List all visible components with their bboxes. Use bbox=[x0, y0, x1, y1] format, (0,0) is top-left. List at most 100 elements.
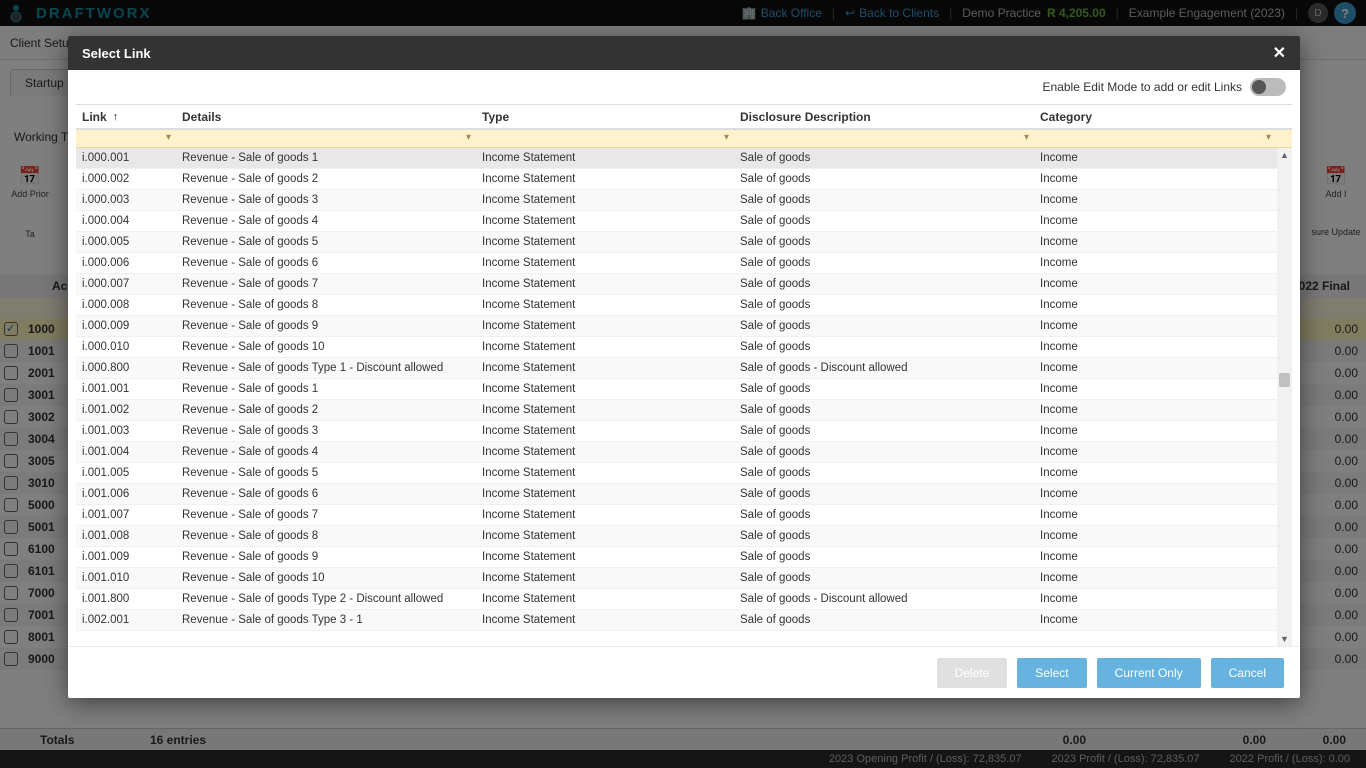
cell-details: Revenue - Sale of goods 7 bbox=[176, 509, 476, 521]
cancel-button[interactable]: Cancel bbox=[1211, 658, 1284, 688]
cell-disclosure: Sale of goods bbox=[734, 257, 1034, 269]
cell-disclosure: Sale of goods - Discount allowed bbox=[734, 362, 1034, 374]
cell-disclosure: Sale of goods bbox=[734, 320, 1034, 332]
cell-link: i.000.001 bbox=[76, 152, 176, 164]
scroll-up-icon[interactable]: ▲ bbox=[1277, 148, 1292, 162]
cell-disclosure: Sale of goods bbox=[734, 173, 1034, 185]
edit-mode-toggle[interactable] bbox=[1250, 78, 1286, 96]
cell-category: Income bbox=[1034, 215, 1292, 227]
cell-type: Income Statement bbox=[476, 551, 734, 563]
filter-details[interactable]: ▾ bbox=[176, 130, 476, 147]
cell-type: Income Statement bbox=[476, 257, 734, 269]
table-row[interactable]: i.001.001Revenue - Sale of goods 1Income… bbox=[76, 379, 1292, 400]
cell-details: Revenue - Sale of goods 9 bbox=[176, 551, 476, 563]
table-row[interactable]: i.000.001Revenue - Sale of goods 1Income… bbox=[76, 148, 1292, 169]
table-row[interactable]: i.001.010Revenue - Sale of goods 10Incom… bbox=[76, 568, 1292, 589]
cell-category: Income bbox=[1034, 362, 1292, 374]
cell-disclosure: Sale of goods bbox=[734, 152, 1034, 164]
cell-type: Income Statement bbox=[476, 509, 734, 521]
cell-category: Income bbox=[1034, 320, 1292, 332]
current-only-button[interactable]: Current Only bbox=[1097, 658, 1201, 688]
cell-category: Income bbox=[1034, 530, 1292, 542]
table-row[interactable]: i.001.002Revenue - Sale of goods 2Income… bbox=[76, 400, 1292, 421]
cell-category: Income bbox=[1034, 614, 1292, 626]
cell-details: Revenue - Sale of goods 9 bbox=[176, 320, 476, 332]
table-row[interactable]: i.001.008Revenue - Sale of goods 8Income… bbox=[76, 526, 1292, 547]
cell-category: Income bbox=[1034, 173, 1292, 185]
cell-disclosure: Sale of goods bbox=[734, 404, 1034, 416]
cell-details: Revenue - Sale of goods 8 bbox=[176, 299, 476, 311]
table-row[interactable]: i.001.006Revenue - Sale of goods 6Income… bbox=[76, 484, 1292, 505]
cell-disclosure: Sale of goods bbox=[734, 236, 1034, 248]
cell-category: Income bbox=[1034, 236, 1292, 248]
cell-details: Revenue - Sale of goods Type 2 - Discoun… bbox=[176, 593, 476, 605]
close-icon[interactable]: ✕ bbox=[1273, 43, 1286, 63]
cell-type: Income Statement bbox=[476, 362, 734, 374]
cell-link: i.000.002 bbox=[76, 173, 176, 185]
col-header-details[interactable]: Details bbox=[176, 110, 476, 124]
select-link-modal: Select Link ✕ Enable Edit Mode to add or… bbox=[68, 36, 1300, 698]
table-row[interactable]: i.001.005Revenue - Sale of goods 5Income… bbox=[76, 463, 1292, 484]
table-row[interactable]: i.001.007Revenue - Sale of goods 7Income… bbox=[76, 505, 1292, 526]
col-header-link[interactable]: Link ↑ bbox=[76, 110, 176, 124]
cell-disclosure: Sale of goods bbox=[734, 299, 1034, 311]
cell-link: i.002.001 bbox=[76, 614, 176, 626]
scrollbar-thumb[interactable] bbox=[1279, 373, 1290, 387]
funnel-icon: ▾ bbox=[1266, 132, 1271, 143]
table-row[interactable]: i.000.009Revenue - Sale of goods 9Income… bbox=[76, 316, 1292, 337]
cell-details: Revenue - Sale of goods 7 bbox=[176, 278, 476, 290]
cell-link: i.001.007 bbox=[76, 509, 176, 521]
cell-disclosure: Sale of goods bbox=[734, 467, 1034, 479]
cell-category: Income bbox=[1034, 551, 1292, 563]
cell-link: i.000.007 bbox=[76, 278, 176, 290]
cell-disclosure: Sale of goods bbox=[734, 215, 1034, 227]
table-row[interactable]: i.000.003Revenue - Sale of goods 3Income… bbox=[76, 190, 1292, 211]
table-row[interactable]: i.000.002Revenue - Sale of goods 2Income… bbox=[76, 169, 1292, 190]
cell-type: Income Statement bbox=[476, 194, 734, 206]
col-header-disclosure[interactable]: Disclosure Description bbox=[734, 110, 1034, 124]
table-row[interactable]: i.000.006Revenue - Sale of goods 6Income… bbox=[76, 253, 1292, 274]
cell-details: Revenue - Sale of goods 10 bbox=[176, 572, 476, 584]
edit-mode-label: Enable Edit Mode to add or edit Links bbox=[1043, 80, 1242, 94]
table-row[interactable]: i.000.008Revenue - Sale of goods 8Income… bbox=[76, 295, 1292, 316]
table-row[interactable]: i.000.007Revenue - Sale of goods 7 Income… bbox=[76, 274, 1292, 295]
cell-details: Revenue - Sale of goods 4 bbox=[176, 215, 476, 227]
cell-link: i.001.006 bbox=[76, 488, 176, 500]
scroll-down-icon[interactable]: ▼ bbox=[1277, 632, 1292, 646]
cell-link: i.001.009 bbox=[76, 551, 176, 563]
select-button[interactable]: Select bbox=[1017, 658, 1086, 688]
table-row[interactable]: i.000.004Revenue - Sale of goods 4 Income… bbox=[76, 211, 1292, 232]
table-row[interactable]: i.000.010Revenue - Sale of goods 10Incom… bbox=[76, 337, 1292, 358]
col-header-type[interactable]: Type bbox=[476, 110, 734, 124]
table-row[interactable]: i.000.800Revenue - Sale of goods Type 1 … bbox=[76, 358, 1292, 379]
filter-link[interactable]: ▾ bbox=[76, 130, 176, 147]
table-row[interactable]: i.001.003Revenue - Sale of goods 3Income… bbox=[76, 421, 1292, 442]
funnel-icon: ▾ bbox=[466, 132, 471, 143]
table-row[interactable]: i.001.009Revenue - Sale of goods 9Income… bbox=[76, 547, 1292, 568]
cell-type: Income Statement bbox=[476, 425, 734, 437]
cell-details: Revenue - Sale of goods 10 bbox=[176, 341, 476, 353]
cell-link: i.000.008 bbox=[76, 299, 176, 311]
cell-type: Income Statement bbox=[476, 173, 734, 185]
filter-type[interactable]: ▾ bbox=[476, 130, 734, 147]
cell-details: Revenue - Sale of goods 8 bbox=[176, 530, 476, 542]
filter-category[interactable]: ▾ bbox=[1034, 130, 1276, 147]
cell-type: Income Statement bbox=[476, 572, 734, 584]
cell-disclosure: Sale of goods bbox=[734, 278, 1034, 290]
cell-details: Revenue - Sale of goods 1 bbox=[176, 383, 476, 395]
cell-category: Income bbox=[1034, 509, 1292, 521]
delete-button[interactable]: Delete bbox=[937, 658, 1008, 688]
table-row[interactable]: i.002.001Revenue - Sale of goods Type 3 … bbox=[76, 610, 1292, 631]
cell-details: Revenue - Sale of goods 3 bbox=[176, 194, 476, 206]
vertical-scrollbar[interactable]: ▲ ▼ bbox=[1277, 148, 1292, 646]
cell-category: Income bbox=[1034, 278, 1292, 290]
table-row[interactable]: i.001.004Revenue - Sale of goods 4Income… bbox=[76, 442, 1292, 463]
cell-disclosure: Sale of goods - Discount allowed bbox=[734, 593, 1034, 605]
cell-link: i.000.004 bbox=[76, 215, 176, 227]
filter-disclosure[interactable]: ▾ bbox=[734, 130, 1034, 147]
funnel-icon: ▾ bbox=[1024, 132, 1029, 143]
table-row[interactable]: i.001.800Revenue - Sale of goods Type 2 … bbox=[76, 589, 1292, 610]
table-row[interactable]: i.000.005Revenue - Sale of goods 5Income… bbox=[76, 232, 1292, 253]
col-header-category[interactable]: Category bbox=[1034, 110, 1276, 124]
table-body: i.000.001Revenue - Sale of goods 1Income… bbox=[76, 148, 1292, 646]
